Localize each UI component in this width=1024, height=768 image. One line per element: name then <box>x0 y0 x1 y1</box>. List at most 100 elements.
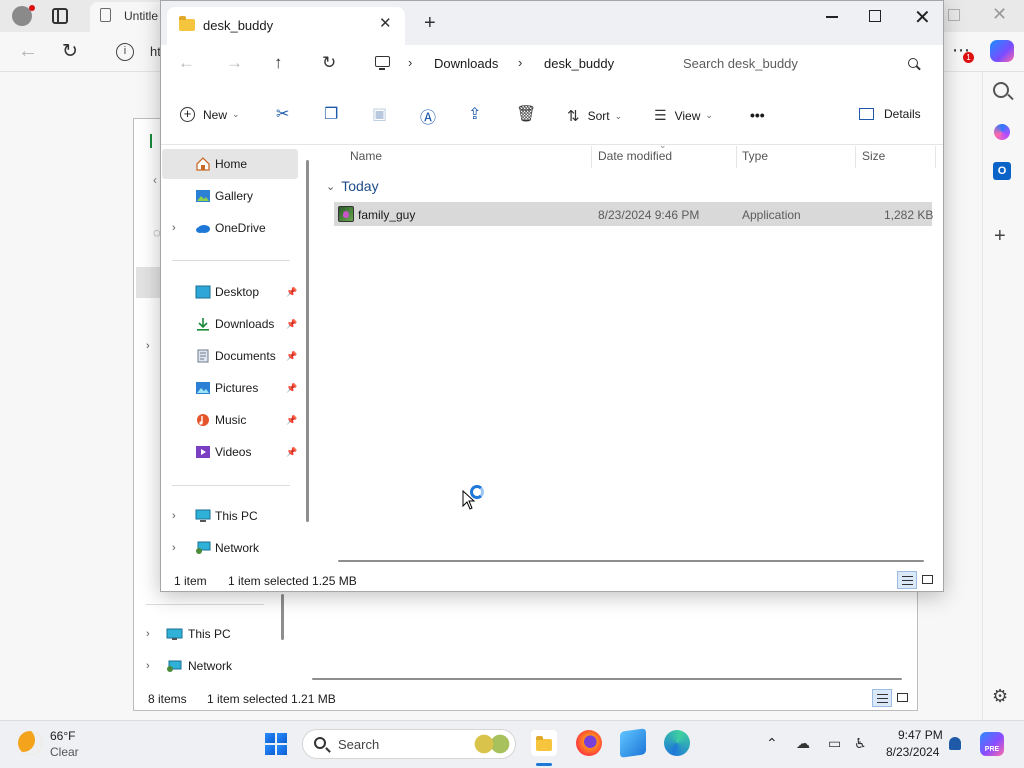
search-highlight-icon[interactable] <box>472 733 512 755</box>
tiles-view-button[interactable] <box>918 571 938 589</box>
search-icon[interactable] <box>908 58 918 68</box>
back-icon[interactable]: ← <box>178 53 195 73</box>
new-tab-icon[interactable]: + <box>424 12 436 35</box>
close-window-icon[interactable]: ✕ <box>914 5 931 30</box>
weather-temperature[interactable]: 66°F <box>50 729 75 743</box>
horizontal-scrollbar[interactable] <box>338 560 924 562</box>
breadcrumb-desk-buddy[interactable]: desk_buddy <box>544 56 614 71</box>
details-view-button[interactable] <box>872 689 892 707</box>
nav-item-documents[interactable]: Documents 📌 <box>162 341 298 371</box>
up-icon[interactable]: ↑ <box>274 53 283 73</box>
column-header-date[interactable]: Date modified <box>598 149 672 163</box>
chevron-right-icon[interactable]: › <box>172 542 176 554</box>
view-button[interactable]: ☰ View ⌄ <box>654 107 713 124</box>
back-nav-item-network[interactable]: › Network <box>146 654 232 678</box>
chevron-right-icon[interactable]: › <box>172 510 176 522</box>
maximize-icon[interactable] <box>869 10 881 22</box>
add-icon[interactable]: + <box>994 225 1006 248</box>
delete-icon[interactable]: 🗑 <box>516 104 536 124</box>
tiles-view-button[interactable] <box>893 689 913 707</box>
nav-item-pictures[interactable]: Pictures 📌 <box>162 373 298 403</box>
share-icon[interactable]: ⇪ <box>468 104 481 124</box>
search-icon[interactable] <box>993 82 1009 98</box>
chevron-right-icon[interactable]: › <box>172 222 176 234</box>
more-options-button[interactable]: ••• <box>750 107 765 123</box>
copilot-icon[interactable] <box>990 40 1014 62</box>
chevron-up-icon[interactable]: ⌃ <box>766 735 778 752</box>
onedrive-offline-icon[interactable]: ☁ <box>796 735 810 752</box>
bell-icon[interactable] <box>949 737 961 750</box>
new-button[interactable]: + New ⌄ <box>180 107 240 122</box>
search-input[interactable]: Search desk_buddy <box>683 56 798 71</box>
network-status-icon[interactable]: ▭ <box>828 735 841 752</box>
nav-item-this-pc[interactable]: › This PC <box>162 501 298 531</box>
close-tab-icon[interactable]: ✕ <box>379 14 392 32</box>
tab-actions-icon[interactable] <box>52 8 68 24</box>
copilot-pre-icon[interactable]: PRE <box>980 732 1004 756</box>
nav-scrollbar[interactable] <box>281 594 284 640</box>
copilot-rail-icon[interactable] <box>994 124 1010 140</box>
nav-item-home[interactable]: Home <box>162 149 298 179</box>
column-header-type[interactable]: Type <box>742 149 768 163</box>
pin-icon[interactable]: 📌 <box>286 415 297 426</box>
edge-icon[interactable] <box>664 730 690 756</box>
file-explorer-taskbar-button[interactable] <box>531 730 557 756</box>
nav-item-gallery[interactable]: Gallery <box>162 181 298 211</box>
cut-icon[interactable]: ✂ <box>276 104 289 124</box>
breadcrumb-separator[interactable]: › <box>408 55 412 70</box>
column-divider[interactable] <box>591 146 592 168</box>
nav-item-music[interactable]: Music 📌 <box>162 405 298 435</box>
clock-date[interactable]: 8/23/2024 <box>886 745 939 759</box>
horizontal-scrollbar[interactable] <box>312 678 902 680</box>
minimize-icon[interactable] <box>826 16 838 18</box>
site-info-icon[interactable]: i <box>116 43 134 61</box>
taskbar-search-label[interactable]: Search <box>338 737 379 752</box>
chevron-right-icon[interactable]: › <box>146 660 160 672</box>
column-header-name[interactable]: Name <box>350 149 382 163</box>
back-nav-item-this-pc[interactable]: › This PC <box>146 622 231 646</box>
nav-item-videos[interactable]: Videos 📌 <box>162 437 298 467</box>
pin-icon[interactable]: 📌 <box>286 383 297 394</box>
app-icon[interactable] <box>620 728 646 758</box>
column-divider[interactable] <box>855 146 856 168</box>
accessibility-icon[interactable]: ♿ <box>854 735 867 752</box>
column-divider[interactable] <box>935 146 936 168</box>
paste-icon[interactable]: ▣ <box>372 104 387 124</box>
rename-icon[interactable]: Ⓐ <box>420 104 436 128</box>
pin-icon[interactable]: 📌 <box>286 287 297 298</box>
nav-item-desktop[interactable]: Desktop 📌 <box>162 277 298 307</box>
file-name[interactable]: family_guy <box>358 208 415 222</box>
outlook-icon[interactable]: O <box>993 162 1011 180</box>
windows-start-icon[interactable] <box>265 733 287 755</box>
pin-icon[interactable]: 📌 <box>286 351 297 362</box>
weather-condition[interactable]: Clear <box>50 745 79 759</box>
chevron-down-icon[interactable]: ⌄ <box>326 180 335 193</box>
firefox-icon[interactable] <box>576 730 602 756</box>
chevron-right-icon[interactable]: › <box>146 628 160 640</box>
refresh-icon[interactable]: ↻ <box>322 53 336 73</box>
reload-icon[interactable]: ↻ <box>62 40 78 63</box>
nav-scrollbar[interactable] <box>306 160 309 522</box>
gear-icon[interactable]: ⚙ <box>992 686 1008 707</box>
back-arrow-icon[interactable]: ← <box>18 40 38 63</box>
clock-time[interactable]: 9:47 PM <box>898 728 943 742</box>
column-header-size[interactable]: Size <box>862 149 885 163</box>
moon-weather-icon[interactable] <box>18 731 42 755</box>
browser-restore-icon[interactable] <box>948 9 960 21</box>
forward-icon[interactable]: → <box>226 53 243 73</box>
breadcrumb-downloads[interactable]: Downloads <box>434 56 498 71</box>
nav-item-downloads[interactable]: Downloads 📌 <box>162 309 298 339</box>
this-pc-icon[interactable] <box>375 56 390 70</box>
copy-icon[interactable]: ❐ <box>324 104 338 124</box>
details-pane-button[interactable]: Details <box>859 107 921 121</box>
pin-icon[interactable]: 📌 <box>286 319 297 330</box>
breadcrumb-separator[interactable]: › <box>518 55 522 70</box>
pin-icon[interactable]: 📌 <box>286 447 297 458</box>
sort-button[interactable]: ⇅ Sort ⌄ <box>567 107 622 125</box>
chevron-right-icon[interactable]: › <box>146 340 150 352</box>
nav-item-onedrive[interactable]: › OneDrive <box>162 213 298 243</box>
browser-close-icon[interactable]: ✕ <box>992 4 1007 25</box>
nav-item-network[interactable]: › Network <box>162 533 298 563</box>
column-divider[interactable] <box>736 146 737 168</box>
group-header-today[interactable]: ⌄ Today <box>326 178 379 194</box>
